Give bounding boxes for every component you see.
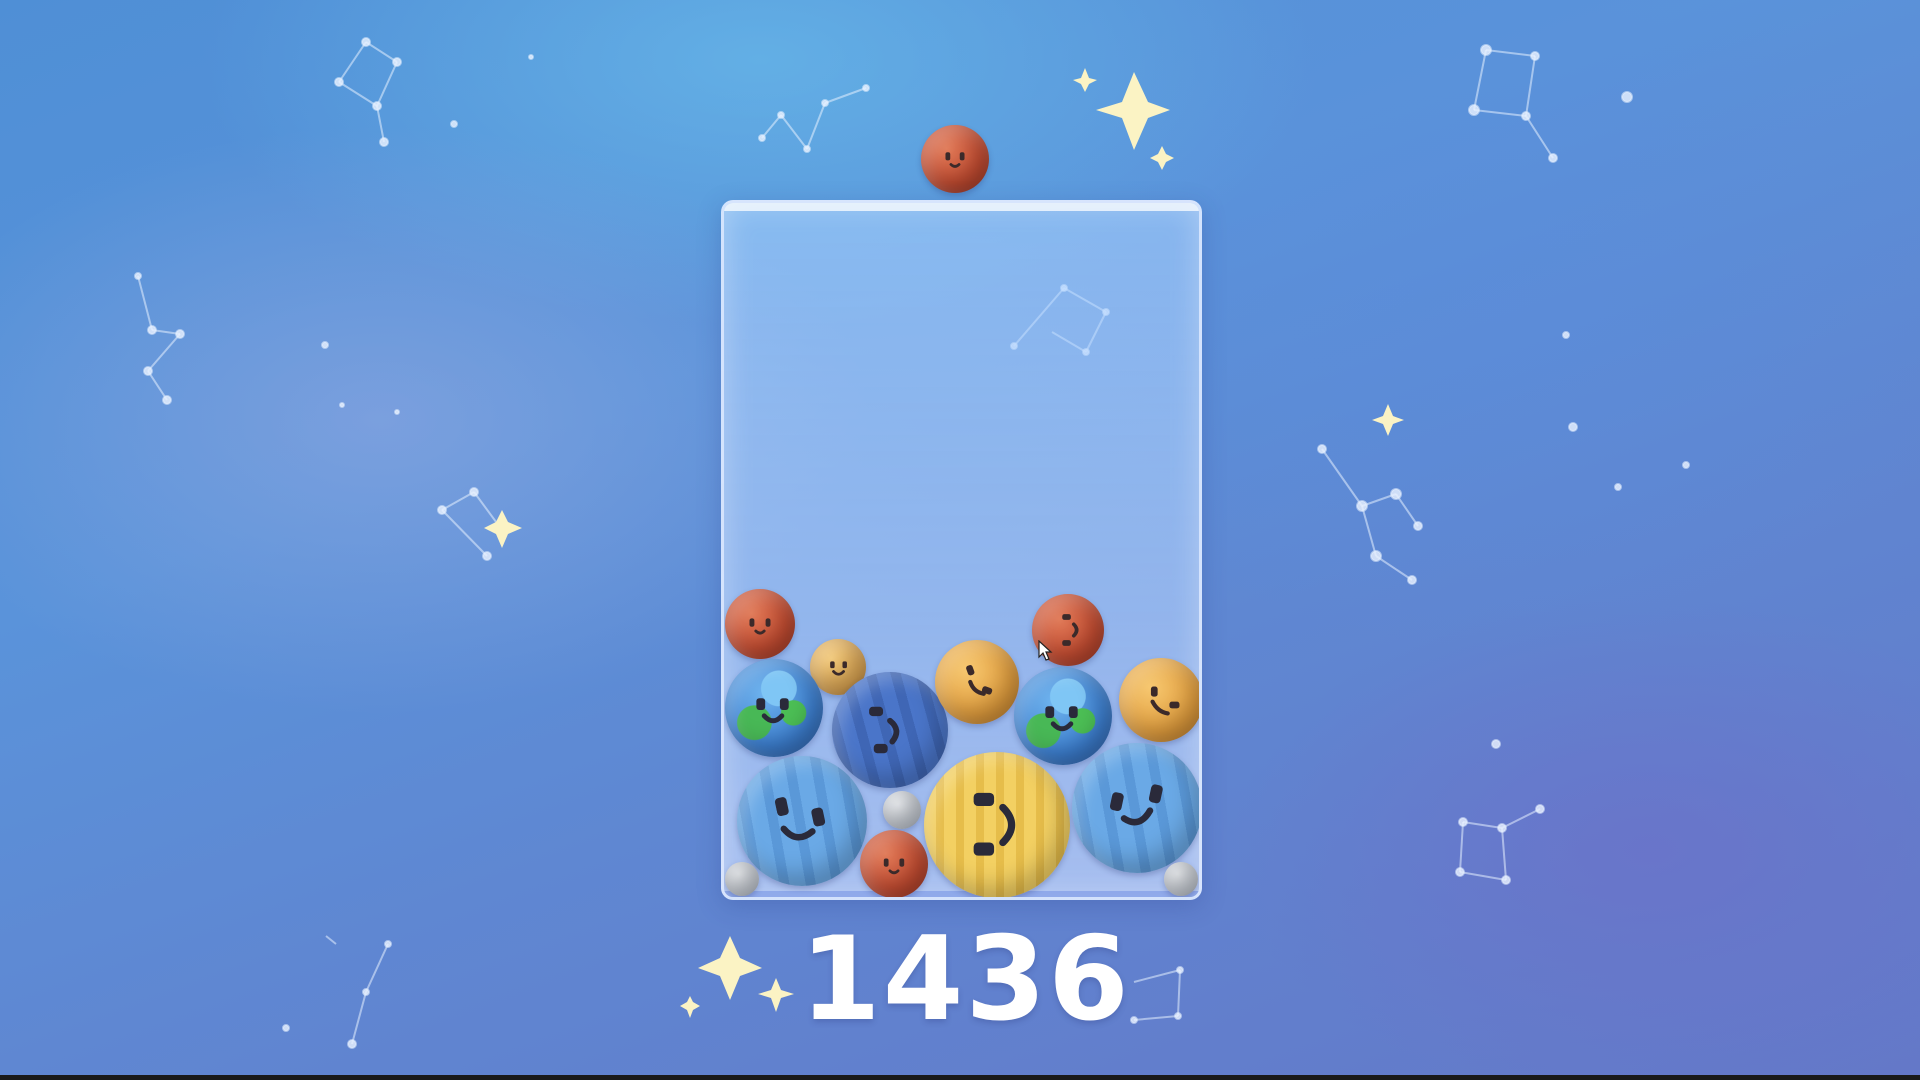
star-icon: [484, 510, 522, 548]
jar-planet-uranus: [737, 756, 867, 886]
jar-planet-moon: [1164, 862, 1198, 896]
jar-planet-moon: [725, 862, 759, 896]
jar-planet-uranus: [1072, 743, 1199, 873]
jar-planet-earth: [725, 659, 823, 757]
jar-planet-mars: [860, 830, 928, 897]
game-scene[interactable]: 1436: [0, 0, 1920, 1080]
star-icon: [1372, 404, 1404, 436]
planet-jar[interactable]: [721, 200, 1202, 900]
jar-planet-venus: [935, 640, 1019, 724]
next-planet-mars[interactable]: [921, 125, 989, 193]
star-icon: [680, 996, 700, 1018]
jar-planet-mars: [725, 589, 795, 659]
jar-planet-saturn: [924, 752, 1070, 897]
jar-planet-venus: [1119, 658, 1199, 742]
score-display: 1436: [800, 912, 1131, 1047]
star-icon: [698, 936, 762, 1000]
jar-planet-moon: [883, 791, 921, 829]
star-icon: [758, 978, 794, 1012]
star-icon: [1150, 146, 1174, 170]
star-icon: [1073, 68, 1097, 92]
star-icon: [1096, 72, 1170, 150]
bottom-edge: [0, 1075, 1920, 1080]
mouse-cursor-icon: [1038, 640, 1053, 661]
